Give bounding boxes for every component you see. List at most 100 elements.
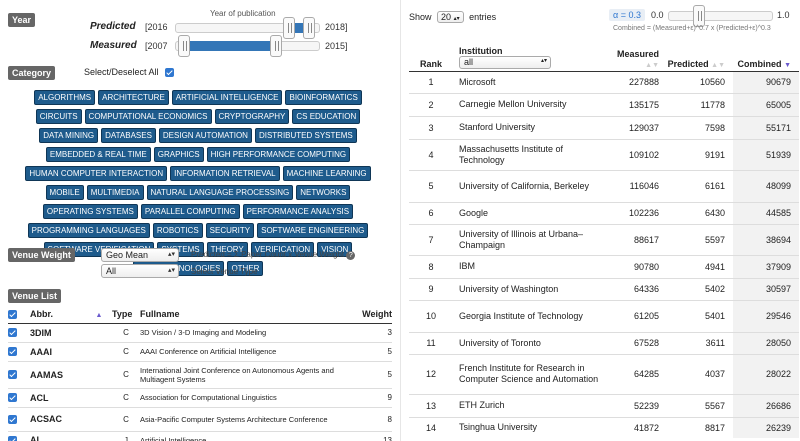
ranking-row[interactable]: 3 Stanford University 129037 7598 55171 <box>409 115 799 139</box>
predicted-cell: 8817 <box>667 416 733 438</box>
venue-row[interactable]: AI J Artificial Intelligence 13 <box>8 430 392 441</box>
predicted-cell: 11778 <box>667 92 733 116</box>
category-button[interactable]: NATURAL LANGUAGE PROCESSING <box>146 185 294 200</box>
combined-cell: 38694 <box>733 223 799 255</box>
venue-checkbox[interactable] <box>8 414 17 424</box>
alpha-handle[interactable] <box>693 5 705 27</box>
venue-type-select[interactable]: All ▴▾ <box>101 264 179 278</box>
predicted-start-handle[interactable] <box>283 17 295 39</box>
institution-cell: Georgia Institute of Technology <box>453 299 601 332</box>
ranking-row[interactable]: 8 IBM 90780 4941 37909 <box>409 254 799 278</box>
category-button[interactable]: CIRCUITS <box>35 109 82 124</box>
category-button[interactable]: MOBILE <box>45 185 84 200</box>
venue-row[interactable]: 3DIM C 3D Vision / 3-D Imaging and Modelin… <box>8 322 392 342</box>
category-button[interactable]: MULTIMEDIA <box>86 185 144 200</box>
ranking-row[interactable]: 12 French Institute for Research in Compu… <box>409 353 799 394</box>
venue-checkbox-cell[interactable] <box>8 341 22 361</box>
ranking-row[interactable]: 10 Georgia Institute of Technology 61205 54… <box>409 299 799 332</box>
col-combined[interactable]: Combined ▼ <box>733 37 799 72</box>
venue-list-header: Venue List <box>8 289 62 303</box>
measured-start-handle[interactable] <box>178 35 190 57</box>
venue-checkbox[interactable] <box>8 393 17 403</box>
ranking-row[interactable]: 14 Tsinghua University 41872 8817 26239 <box>409 416 799 438</box>
col-weight[interactable]: Weight <box>350 305 392 324</box>
institution-cell: ETH Zurich <box>453 393 601 417</box>
rank-cell: 4 <box>409 138 453 170</box>
category-button[interactable]: HUMAN COMPUTER INTERACTION <box>25 166 168 181</box>
ranking-row[interactable]: 2 Carnegie Mellon University 135175 11778 65… <box>409 92 799 116</box>
venue-checkbox-cell[interactable] <box>8 406 22 431</box>
ranking-row[interactable]: 6 Google 102236 6430 44585 <box>409 201 799 224</box>
predicted-end-handle[interactable] <box>303 17 315 39</box>
select-all-toggle[interactable]: Select/Deselect All <box>84 67 175 78</box>
category-button[interactable]: CS EDUCATION <box>292 109 361 124</box>
weight-method-select[interactable]: Geo Mean ▴▾ <box>101 248 179 262</box>
category-button[interactable]: NETWORKS <box>296 185 351 200</box>
col-rank[interactable]: Rank <box>409 37 453 72</box>
select-all-checkbox[interactable] <box>165 68 175 78</box>
venue-checkbox[interactable] <box>8 328 17 338</box>
category-button[interactable]: COMPUTATIONAL ECONOMICS <box>84 109 212 124</box>
institution-cell: Tsinghua University <box>453 416 601 438</box>
category-button[interactable]: ARCHITECTURE <box>98 90 169 105</box>
category-button[interactable]: PROGRAMMING LANGUAGES <box>27 223 150 238</box>
venue-row[interactable]: AAMAS C International Joint Conference on … <box>8 360 392 388</box>
measured-end-handle[interactable] <box>270 35 282 57</box>
venue-checkbox[interactable] <box>8 370 17 380</box>
venue-checkbox-cell[interactable] <box>8 387 22 407</box>
help-icon[interactable]: ? <box>346 251 356 260</box>
category-button[interactable]: EMBEDDED & REAL TIME <box>45 147 151 162</box>
category-button[interactable]: DESIGN AUTOMATION <box>158 128 252 143</box>
col-type[interactable]: Type <box>112 305 140 324</box>
category-button[interactable]: ROBOTICS <box>152 223 203 238</box>
category-button[interactable]: CRYPTOGRAPHY <box>214 109 290 124</box>
venue-abbr: ACSAC <box>22 406 112 431</box>
venue-checkbox[interactable] <box>8 435 17 441</box>
category-button[interactable]: HIGH PERFORMANCE COMPUTING <box>206 147 351 162</box>
venue-select-all-checkbox[interactable] <box>8 309 17 319</box>
ranking-row[interactable]: 5 University of California, Berkeley 11604… <box>409 169 799 202</box>
category-button[interactable]: OPERATING SYSTEMS <box>42 204 138 219</box>
predicted-cell: 10560 <box>667 70 733 93</box>
venue-checkbox-cell[interactable] <box>8 322 22 342</box>
venue-checkbox-cell[interactable] <box>8 430 22 441</box>
category-button[interactable]: DISTRIBUTED SYSTEMS <box>254 128 357 143</box>
rank-cell: 12 <box>409 353 453 394</box>
ranking-row[interactable]: 11 University of Toronto 67528 3611 28050 <box>409 331 799 354</box>
ranking-row[interactable]: 7 University of Illinois at Urbana–Champa… <box>409 223 799 255</box>
sort-icon: ▲▼ <box>645 61 659 69</box>
predicted-cell: 9191 <box>667 138 733 170</box>
category-button[interactable]: ALGORITHMS <box>34 90 96 105</box>
ranking-row[interactable]: 9 University of Washington 64336 5402 30597 <box>409 277 799 300</box>
col-abbr[interactable]: Abbr. ▲ <box>22 305 112 324</box>
venue-row[interactable]: AAAI C AAAI Conference on Artificial Intel… <box>8 341 392 361</box>
col-measured[interactable]: Measured ▲▼ <box>601 37 667 72</box>
combined-cell: 65005 <box>733 92 799 116</box>
category-button[interactable]: PARALLEL COMPUTING <box>140 204 240 219</box>
category-button[interactable]: DATA MINING <box>39 128 99 143</box>
category-button[interactable]: INFORMATION RETRIEVAL <box>170 166 280 181</box>
entries-select[interactable]: 20 ▴▾ <box>437 11 464 23</box>
col-fullname[interactable]: Fullname <box>140 305 350 324</box>
category-button[interactable]: BIOINFORMATICS <box>285 90 362 105</box>
category-button[interactable]: SECURITY <box>205 223 255 238</box>
venue-row[interactable]: ACL C Association for Computational Lingui… <box>8 387 392 407</box>
venue-select-all-cell[interactable] <box>8 305 22 324</box>
venue-checkbox[interactable] <box>8 347 17 357</box>
category-button[interactable]: SOFTWARE ENGINEERING <box>257 223 369 238</box>
ranking-row[interactable]: 4 Massachusetts Institute of Technology 10… <box>409 138 799 170</box>
institution-filter-select[interactable]: all ▴▾ <box>459 55 551 69</box>
category-button[interactable]: GRAPHICS <box>153 147 204 162</box>
institution-cell: French Institute for Research in Compute… <box>453 353 601 394</box>
ranking-row[interactable]: 1 Microsoft 227888 10560 90679 <box>409 70 799 93</box>
col-predicted[interactable]: Predicted ▲▼ <box>667 37 733 72</box>
category-button[interactable]: PERFORMANCE ANALYSIS <box>242 204 354 219</box>
alpha-slider-track[interactable] <box>668 11 773 21</box>
category-button[interactable]: ARTIFICIAL INTELLIGENCE <box>171 90 283 105</box>
category-button[interactable]: MACHINE LEARNING <box>282 166 371 181</box>
venue-checkbox-cell[interactable] <box>8 360 22 388</box>
combined-cell: 30597 <box>733 277 799 300</box>
ranking-row[interactable]: 13 ETH Zurich 52239 5567 26686 <box>409 393 799 417</box>
venue-row[interactable]: ACSAC C Asia-Pacific Computer Systems Arch… <box>8 406 392 431</box>
category-button[interactable]: DATABASES <box>101 128 156 143</box>
